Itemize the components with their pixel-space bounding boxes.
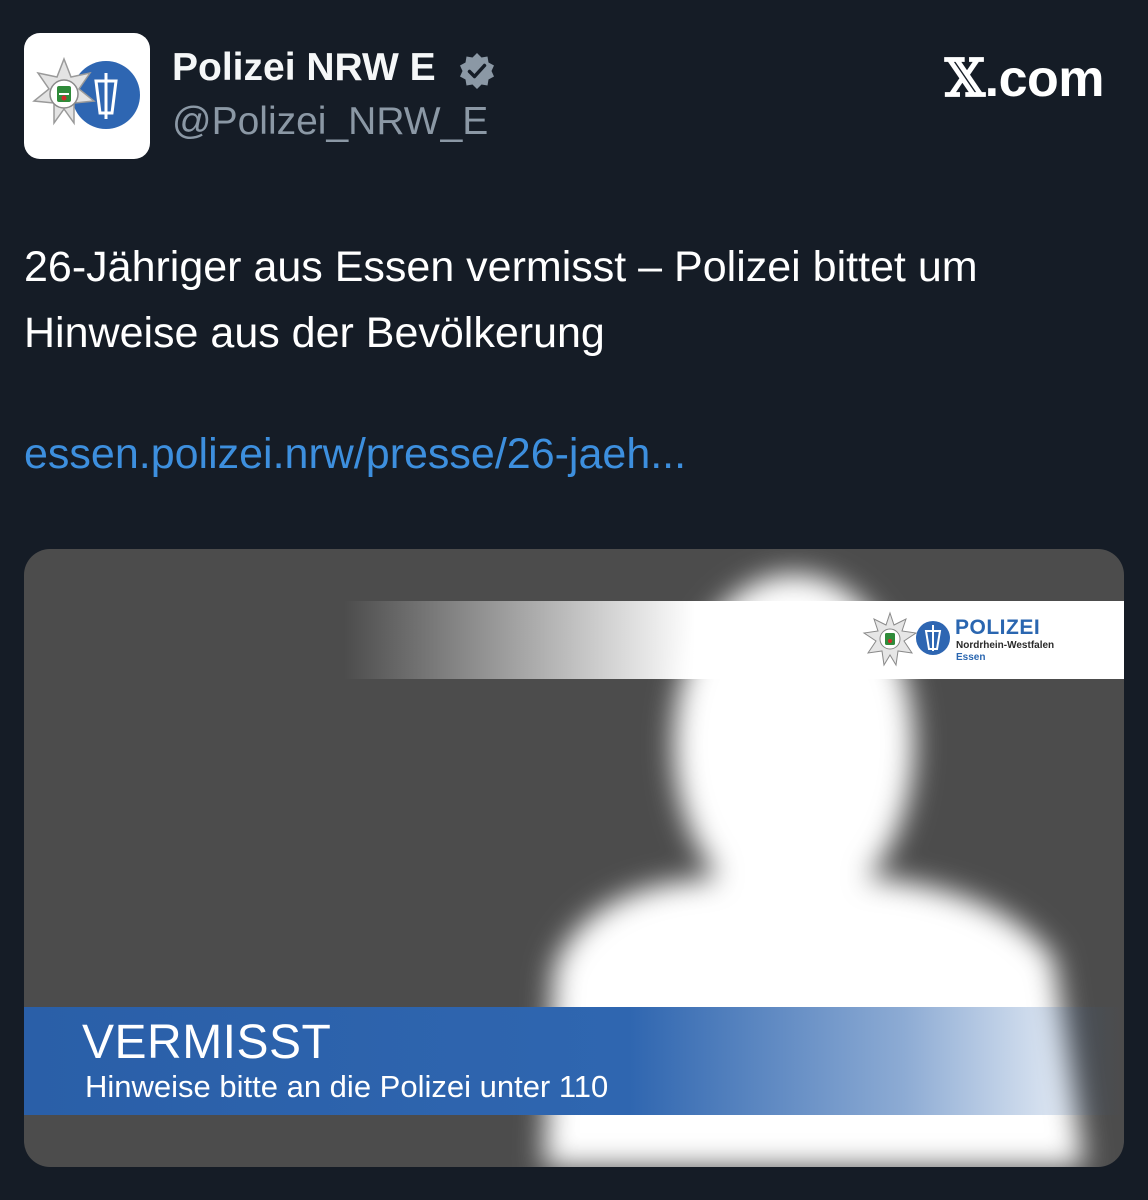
avatar[interactable] <box>24 33 150 159</box>
banner-title: VERMISST <box>82 1016 332 1069</box>
police-star-icon <box>862 611 918 667</box>
site-domain: .com <box>984 50 1105 108</box>
mine-tower-icon <box>916 621 950 655</box>
police-nrw-crest-icon <box>32 56 140 129</box>
post-link[interactable]: essen.polizei.nrw/presse/26-jaeh... <box>24 430 686 479</box>
account-handle[interactable]: @Polizei_NRW_E <box>172 100 488 144</box>
post-text: 26-Jähriger aus Essen vermisst – Polizei… <box>24 243 978 357</box>
banner-text: Hinweise bitte an die Polizei unter 110 <box>85 1069 609 1104</box>
display-name[interactable]: Polizei NRW E <box>172 46 436 90</box>
police-logo-title: POLIZEI <box>955 616 1041 639</box>
police-logo-subtitle: Nordrhein-Westfalen <box>956 640 1055 651</box>
post-media-image[interactable]: POLIZEI Nordrhein-Westfalen Essen VERMIS… <box>24 549 1124 1167</box>
verified-badge-icon <box>460 53 494 89</box>
x-com-logo: 𝕏.com <box>944 48 1105 109</box>
x-logo-icon: 𝕏 <box>944 48 985 109</box>
police-logo-city: Essen <box>956 652 986 663</box>
